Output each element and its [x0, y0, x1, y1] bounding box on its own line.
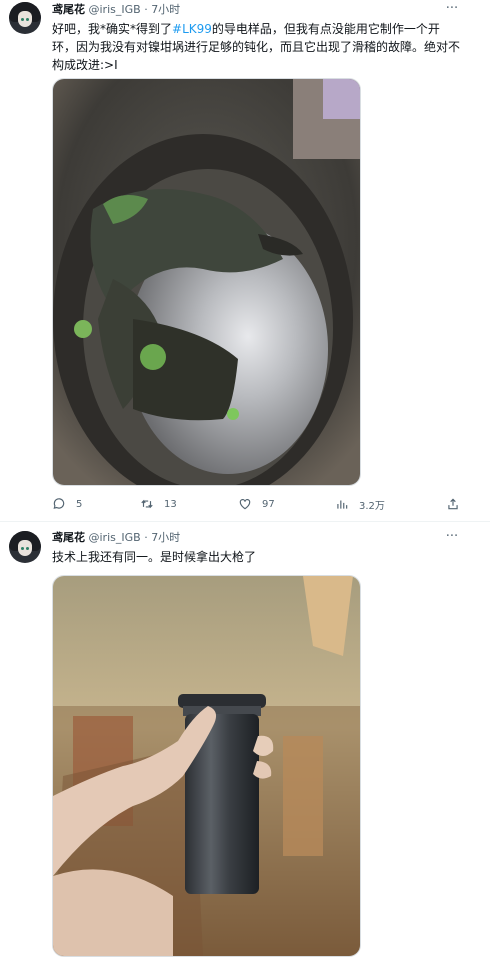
tweet-divider	[0, 521, 490, 522]
more-dots-icon[interactable]: ···	[444, 530, 460, 546]
tweet-text: 技术上我还有同一。是时候拿出大枪了	[52, 550, 257, 564]
user-handle[interactable]: @iris_IGB	[89, 3, 141, 16]
avatar[interactable]	[9, 531, 41, 563]
retweet-icon	[141, 499, 153, 509]
share-icon	[448, 498, 458, 510]
views-icon	[337, 500, 348, 509]
retweet-button[interactable]: 13	[140, 494, 177, 514]
tweet-image-crucible[interactable]	[52, 78, 361, 486]
avatar[interactable]	[9, 2, 41, 34]
like-button[interactable]: 97	[238, 494, 275, 514]
views-button[interactable]: 3.2万	[335, 494, 385, 514]
timestamp[interactable]: 7小时	[151, 531, 180, 544]
crucible-interior-photo	[53, 79, 360, 485]
share-button[interactable]	[446, 494, 470, 514]
tweet-actions: 5 13 97 3.2万	[52, 494, 462, 514]
display-name[interactable]: 鸢尾花	[52, 531, 85, 544]
timestamp[interactable]: 7小时	[151, 3, 180, 16]
tweet-image-hand[interactable]	[52, 575, 361, 957]
tweet-header: 鸢尾花 @iris_IGB · 7小时	[52, 531, 181, 544]
more-dots-icon[interactable]: ···	[444, 2, 460, 18]
hashtag-link[interactable]: #LK99	[172, 22, 212, 36]
hand-holding-crucible-photo	[53, 576, 360, 956]
tweet-text: 好吧，我*确实*得到了#LK99的导电样品，但我有点没能用它制作一个开环，因为我…	[52, 22, 461, 72]
reply-button[interactable]: 5	[52, 494, 82, 514]
tweet-header: 鸢尾花 @iris_IGB · 7小时	[52, 3, 181, 16]
reply-icon	[53, 498, 65, 509]
heart-icon	[239, 499, 251, 510]
user-handle[interactable]: @iris_IGB	[89, 531, 141, 544]
display-name[interactable]: 鸢尾花	[52, 3, 85, 16]
